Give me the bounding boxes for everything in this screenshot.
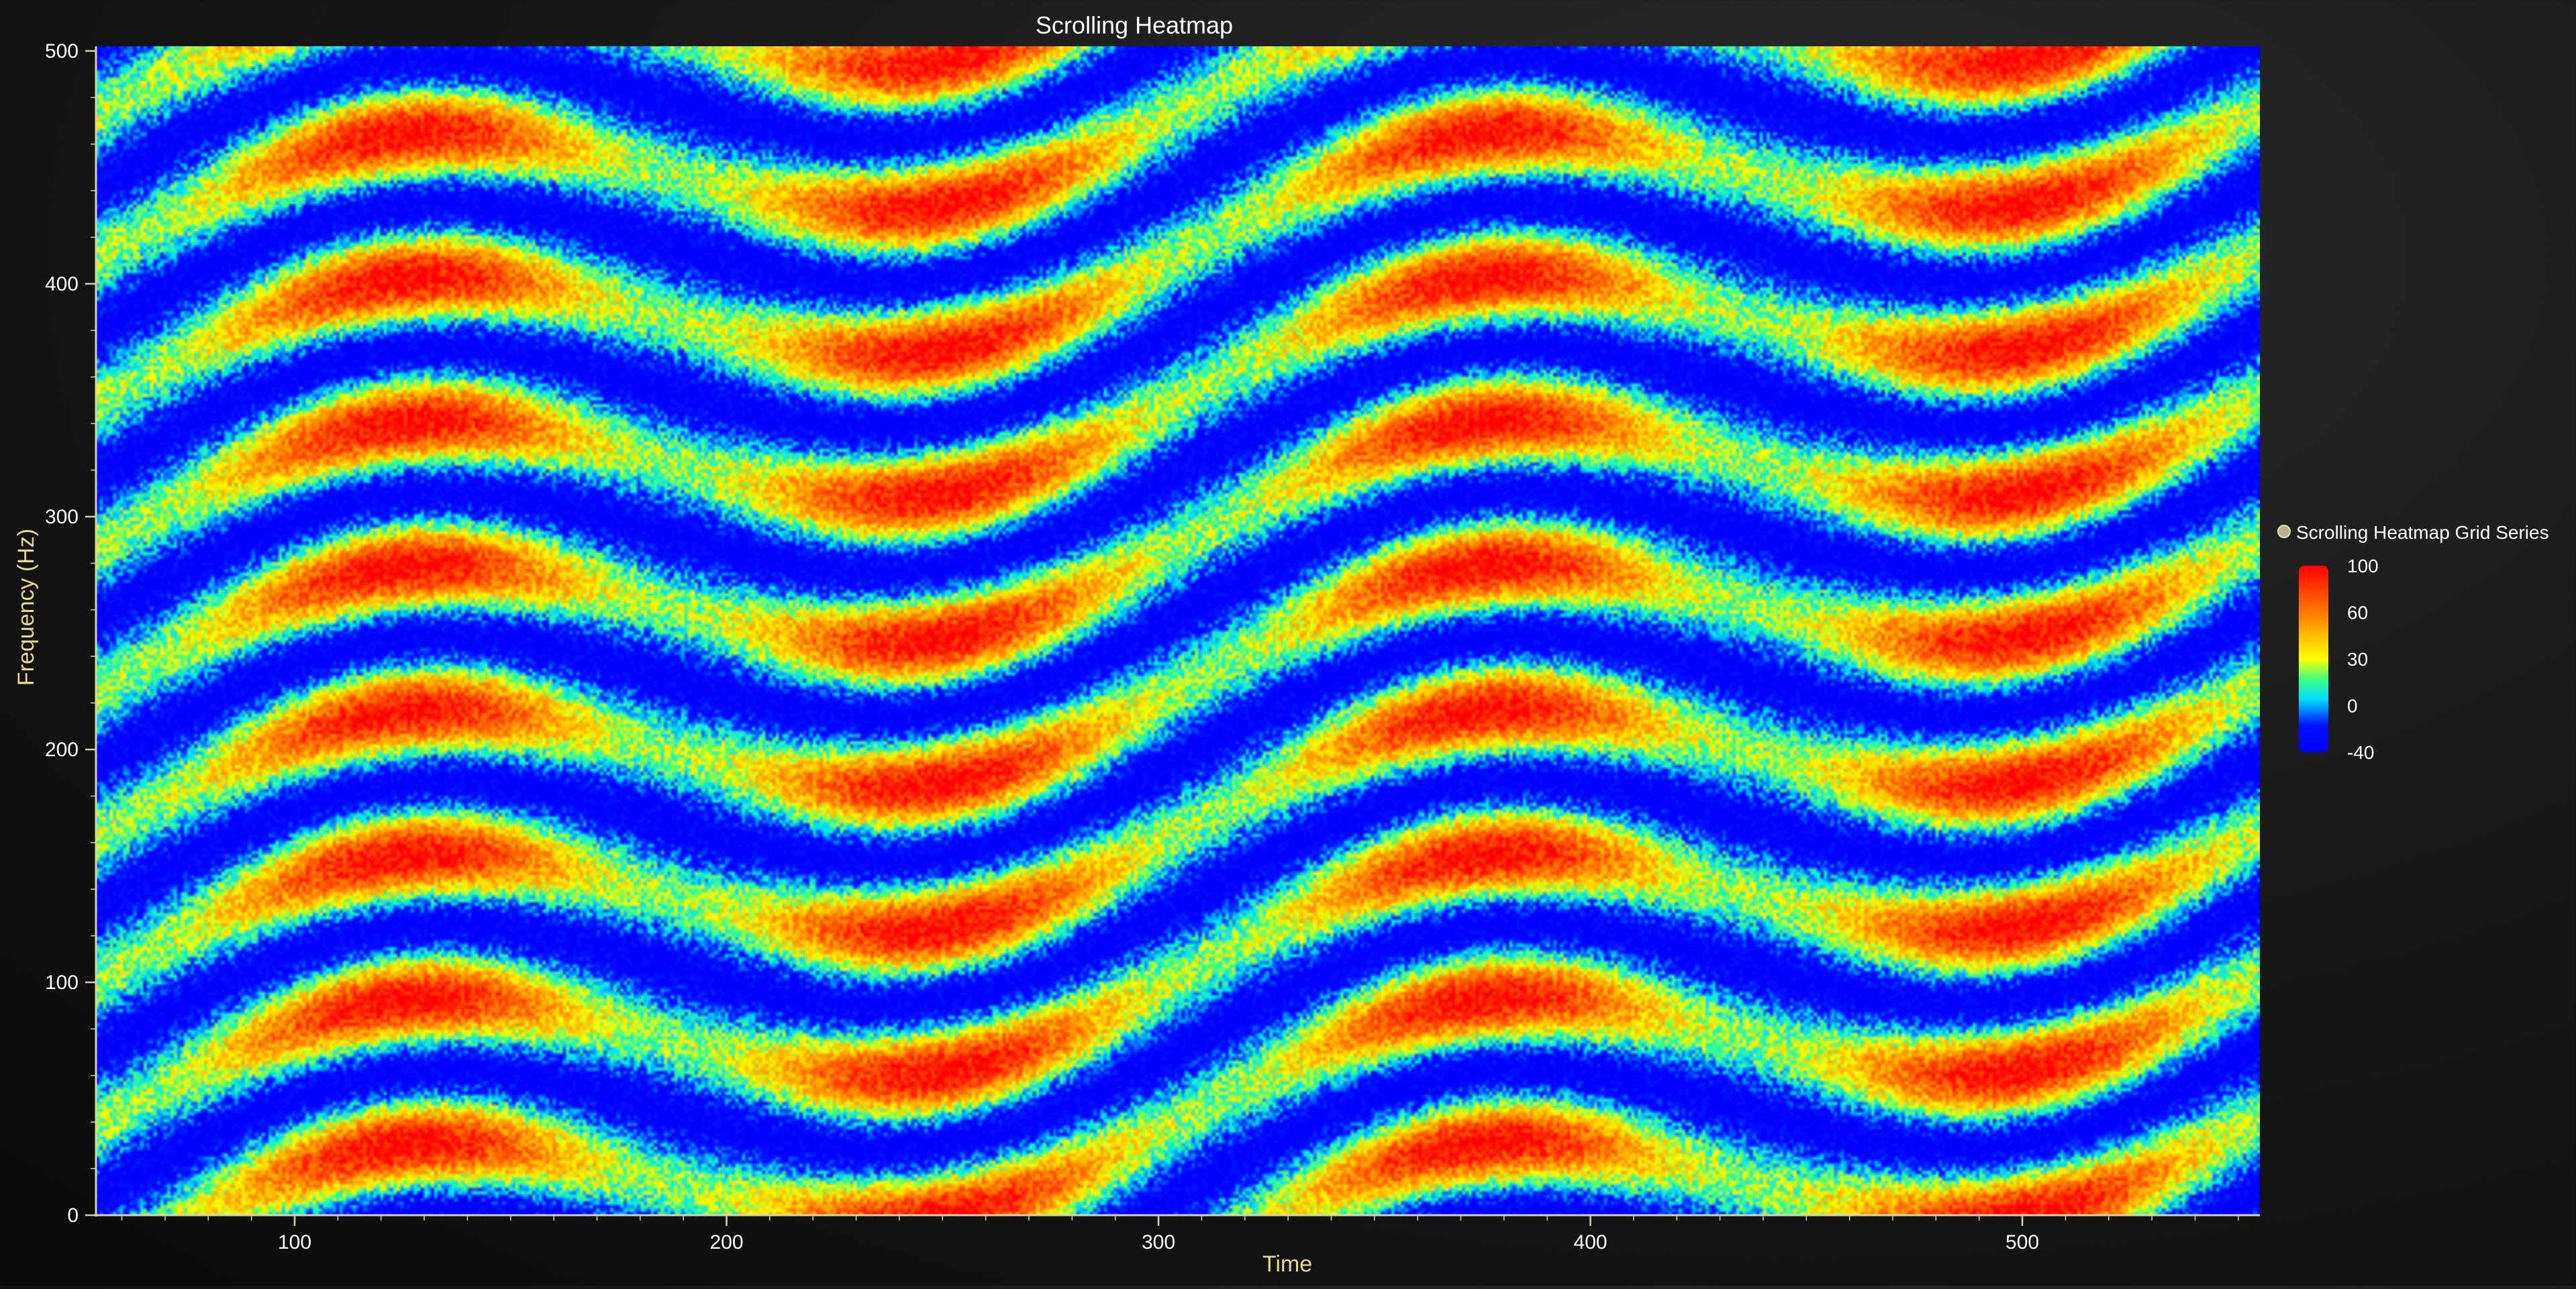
x-tick-label: 200: [709, 1231, 743, 1253]
y-tick-label: 100: [45, 972, 79, 994]
colorbar: [2299, 566, 2328, 752]
colorbar-tick-label: -40: [2347, 742, 2374, 763]
y-axis-title: Frequency (Hz): [13, 529, 39, 686]
x-tick-label: 300: [1142, 1231, 1175, 1253]
colorbar-tick-label: 60: [2347, 603, 2368, 623]
colorbar-tick-labels: 100 60 30 0 -40: [2347, 556, 2379, 763]
y-tick-label: 500: [45, 40, 79, 62]
y-tick-label: 300: [45, 506, 79, 528]
x-tick-label: 100: [278, 1231, 311, 1253]
legend-series-name[interactable]: Scrolling Heatmap Grid Series: [2296, 522, 2549, 543]
chart-root: Scrolling Heatmap 100 200 300 400 500 0 100 200…: [0, 0, 2576, 1286]
x-tick-label: 400: [1574, 1231, 1607, 1253]
legend: Scrolling Heatmap Grid Series 100 60 30 0 -4…: [2277, 522, 2549, 763]
y-tick-label: 200: [45, 739, 79, 761]
heatmap-image: [96, 46, 2260, 1215]
colorbar-tick-label: 0: [2347, 696, 2358, 717]
y-tick-label: 0: [67, 1204, 79, 1227]
colorbar-tick-label: 100: [2347, 556, 2379, 576]
heatmap-plot-area[interactable]: [96, 46, 2260, 1215]
x-tick-label: 500: [2005, 1231, 2039, 1253]
colorbar-tick-label: 30: [2347, 649, 2368, 670]
chart-title: Scrolling Heatmap: [1036, 11, 1233, 39]
y-tick-label: 400: [45, 273, 79, 295]
heatmap-chart: Scrolling Heatmap 100 200 300 400 5000100200…: [13, 11, 2549, 1277]
x-axis-title: Time: [1262, 1251, 1312, 1277]
legend-series-marker[interactable]: [2277, 525, 2291, 538]
